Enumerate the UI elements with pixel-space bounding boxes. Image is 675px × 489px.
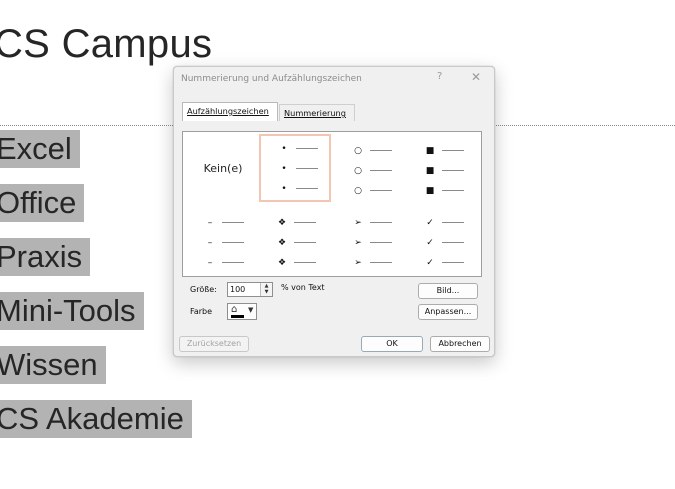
square-bullet-icon: ■ [425, 185, 435, 196]
size-label: Größe: [190, 285, 217, 294]
diamond-star-icon: ❖ [277, 257, 287, 268]
cancel-button[interactable]: Abbrechen [430, 336, 490, 352]
tab-numbering-label: Nummerierung [284, 108, 346, 118]
list-item-text[interactable]: CS Akademie [0, 400, 192, 438]
diamond-star-icon: ❖ [277, 217, 287, 228]
bullet-option-arrow[interactable]: ➢ ➢ ➢ [335, 208, 407, 276]
dash-icon: – [207, 257, 213, 268]
list-item-text[interactable]: Office [0, 184, 85, 222]
dialog-title: Nummerierung und Aufzählungszeichen [181, 74, 362, 84]
size-stepper[interactable]: ▲ ▼ [227, 282, 273, 297]
color-picker-button[interactable]: ⌂ ▼ [227, 303, 257, 320]
bullet-option-dash[interactable]: – – – [187, 208, 259, 276]
customize-button[interactable]: Anpassen... [418, 304, 478, 320]
tab-bullets[interactable]: Aufzählungszeichen [182, 102, 278, 121]
bullet-option-star-diamond[interactable]: ❖ ❖ ❖ [259, 208, 331, 276]
ok-button[interactable]: OK [361, 336, 423, 352]
bullet-option-none[interactable]: Kein(e) [187, 136, 259, 204]
size-spin-buttons[interactable]: ▲ ▼ [260, 283, 272, 296]
size-input[interactable] [230, 284, 258, 295]
color-label: Farbe [190, 307, 213, 316]
hollow-circle-icon: ○ [354, 165, 362, 176]
hollow-circle-icon: ○ [354, 185, 362, 196]
none-label: Kein(e) [203, 162, 243, 175]
color-swatch [231, 315, 244, 318]
dash-icon: – [207, 217, 213, 228]
bullet-gallery: Kein(e) • • • ○ ○ ○ ■ ■ ■ – – – ❖ ❖ ❖ ➢ [182, 131, 482, 277]
list-item-text[interactable]: Praxis [0, 238, 91, 276]
square-bullet-icon: ■ [425, 165, 435, 176]
list-item-text[interactable]: Excel [0, 130, 80, 168]
bullet-dot-icon: • [281, 183, 287, 194]
hollow-circle-icon: ○ [354, 145, 362, 156]
spin-down-icon[interactable]: ▼ [261, 289, 272, 295]
checkmark-icon: ✓ [426, 237, 434, 248]
bullet-dot-icon: • [281, 163, 287, 174]
arrowhead-icon: ➢ [354, 237, 362, 248]
tab-bullets-label: Aufzählungszeichen [187, 106, 269, 116]
bullets-numbering-dialog: Nummerierung und Aufzählungszeichen ? ✕ … [173, 66, 495, 357]
arrowhead-icon: ➢ [354, 217, 362, 228]
bullet-option-hollow-round[interactable]: ○ ○ ○ [335, 136, 407, 204]
chevron-down-icon: ▼ [248, 306, 254, 314]
reset-button[interactable]: Zurücksetzen [179, 336, 249, 352]
slide-title[interactable]: CS Campus [0, 22, 212, 67]
help-icon[interactable]: ? [437, 71, 442, 82]
bullet-dot-icon: • [281, 143, 287, 154]
bullet-option-filled-round[interactable]: • • • [259, 134, 331, 202]
arrowhead-icon: ➢ [354, 257, 362, 268]
picture-button[interactable]: Bild... [418, 283, 478, 299]
checkmark-icon: ✓ [426, 257, 434, 268]
checkmark-icon: ✓ [426, 217, 434, 228]
close-icon[interactable]: ✕ [471, 70, 481, 84]
dash-icon: – [207, 237, 213, 248]
bullet-option-filled-square[interactable]: ■ ■ ■ [407, 136, 479, 204]
tab-numbering[interactable]: Nummerierung [279, 104, 355, 121]
square-bullet-icon: ■ [425, 145, 435, 156]
size-unit-label: % von Text [281, 283, 325, 292]
list-item-text[interactable]: Wissen [0, 346, 106, 384]
paint-bucket-icon: ⌂ [231, 304, 238, 315]
diamond-star-icon: ❖ [277, 237, 287, 248]
list-item-text[interactable]: Mini-Tools [0, 292, 144, 330]
bullet-option-checkmark[interactable]: ✓ ✓ ✓ [407, 208, 479, 276]
